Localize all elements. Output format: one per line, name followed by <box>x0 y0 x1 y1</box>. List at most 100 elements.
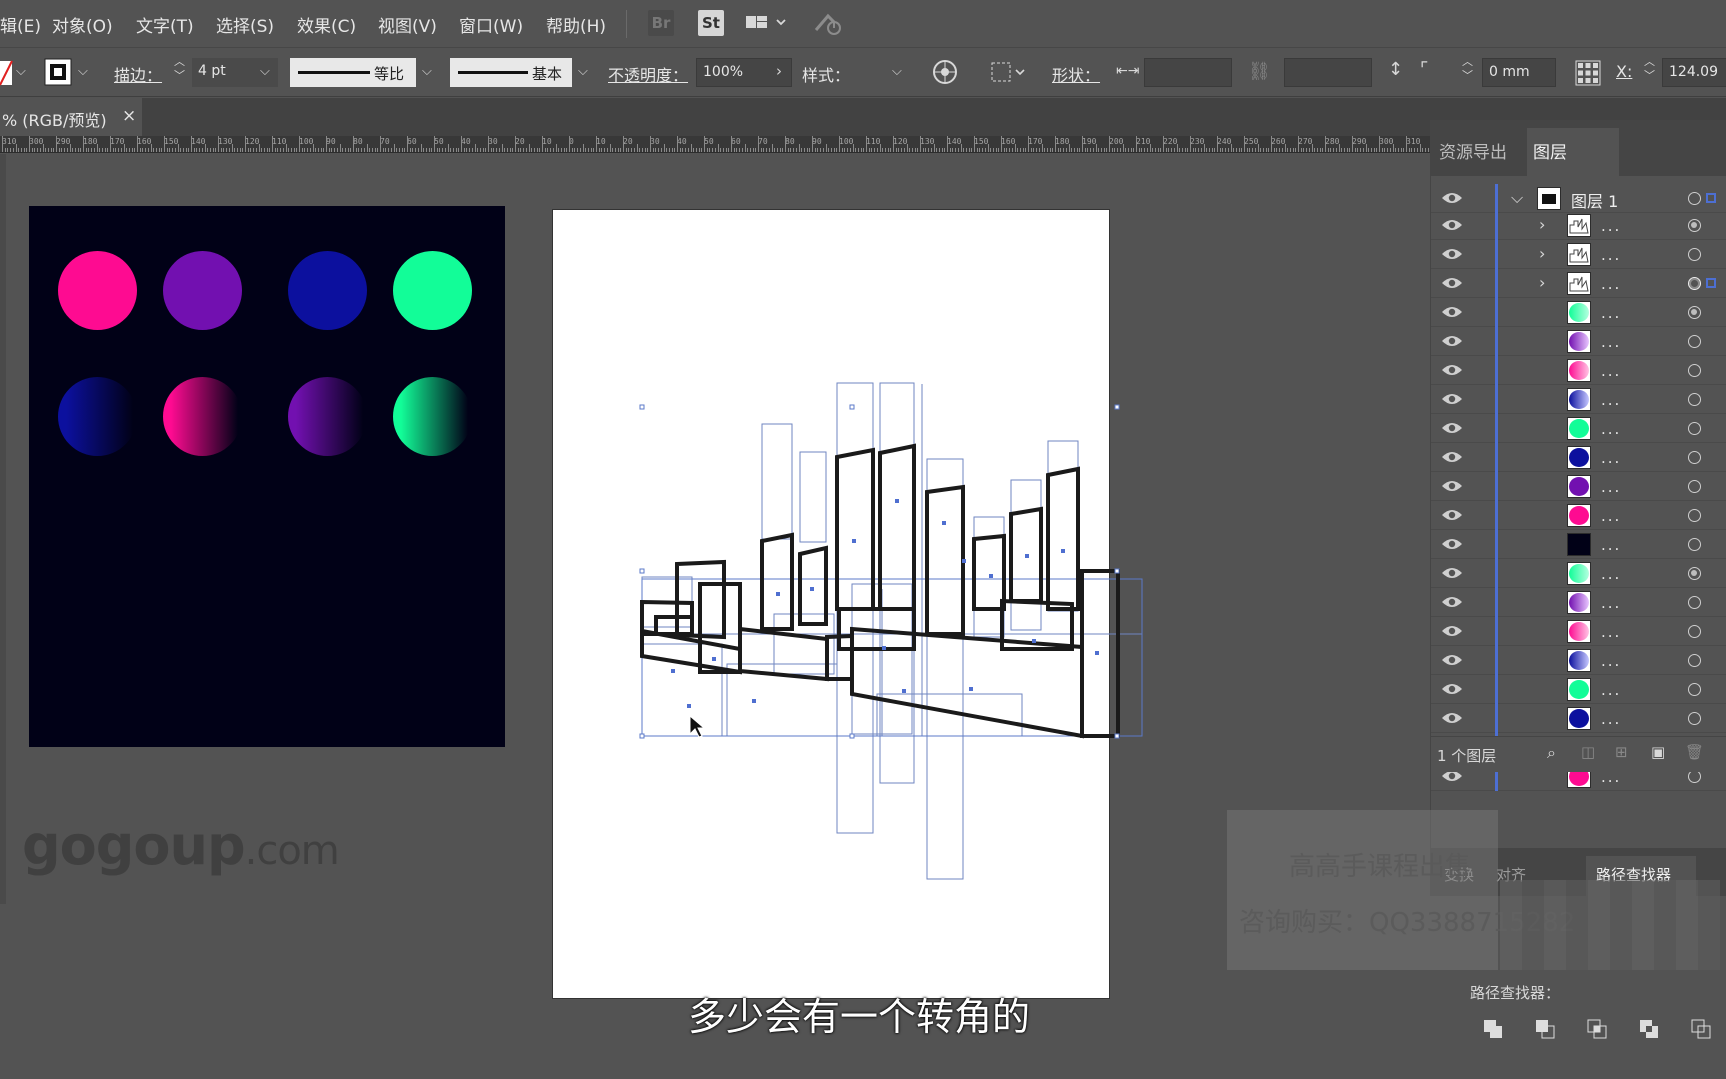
visibility-eye-icon[interactable] <box>1441 652 1463 668</box>
target-circle-icon[interactable] <box>1688 509 1701 522</box>
shape-label[interactable]: 形状： <box>1052 62 1100 86</box>
exclude-icon[interactable] <box>1638 1018 1660 1040</box>
align-selection-icon[interactable] <box>988 59 1028 85</box>
expand-chevron-icon[interactable]: › <box>1539 215 1545 234</box>
canvas-area[interactable]: gogoup.com <box>0 154 1430 1079</box>
transform-reference-icon[interactable] <box>1574 59 1602 87</box>
sublayer-name[interactable]: ... <box>1601 536 1621 554</box>
layer-row[interactable]: ... <box>1431 704 1726 733</box>
sublayer-name[interactable]: ... <box>1601 565 1621 583</box>
target-circle-icon[interactable] <box>1688 335 1701 348</box>
target-circle-icon[interactable] <box>1688 248 1701 261</box>
layer-row[interactable]: ... <box>1431 356 1726 385</box>
visibility-eye-icon[interactable] <box>1441 362 1463 378</box>
visibility-eye-icon[interactable] <box>1441 217 1463 233</box>
stroke-weight-dropdown-icon[interactable]: ⌵ <box>260 64 270 79</box>
corner-stepper-icon[interactable]: ︿ ﹀ <box>1462 55 1473 83</box>
pink-gradient-circle[interactable] <box>163 377 242 456</box>
menu-effect[interactable]: 效果(C) <box>297 12 356 37</box>
stroke-dropdown-icon[interactable]: ⌵ <box>78 64 88 79</box>
style-dropdown-icon[interactable]: ⌵ <box>892 64 902 79</box>
visibility-eye-icon[interactable] <box>1441 420 1463 436</box>
sublayer-name[interactable]: ... <box>1601 362 1621 380</box>
layer-row[interactable]: ... <box>1431 530 1726 559</box>
brush-dropdown-icon[interactable]: ⌵ <box>578 64 588 79</box>
stroke-label[interactable]: 描边： <box>114 62 162 86</box>
target-circle-icon[interactable] <box>1688 306 1701 319</box>
layer-row[interactable]: ›... <box>1431 211 1726 240</box>
sublayer-name[interactable]: ... <box>1601 710 1621 728</box>
x-stepper-icon[interactable]: ︿ ﹀ <box>1644 55 1655 83</box>
profile-dropdown-icon[interactable]: ⌵ <box>422 64 432 79</box>
visibility-eye-icon[interactable] <box>1441 594 1463 610</box>
layer-row[interactable]: ... <box>1431 298 1726 327</box>
green-circle[interactable] <box>393 251 472 330</box>
visibility-eye-icon[interactable] <box>1441 623 1463 639</box>
target-circle-icon[interactable] <box>1688 654 1701 667</box>
workspace-switcher-icon[interactable] <box>744 12 788 34</box>
target-circle-icon[interactable] <box>1688 422 1701 435</box>
layer-target-icon[interactable] <box>1688 192 1701 205</box>
sublayer-name[interactable]: ... <box>1601 449 1621 467</box>
target-circle-icon[interactable] <box>1688 451 1701 464</box>
target-circle-icon[interactable] <box>1688 219 1701 232</box>
menu-window[interactable]: 窗口(W) <box>459 12 523 37</box>
stroke-stepper-icon[interactable]: ︿ ﹀ <box>174 55 185 83</box>
purple-circle[interactable] <box>163 251 242 330</box>
layer-row[interactable]: ... <box>1431 327 1726 356</box>
minus-front-icon[interactable] <box>1534 1018 1556 1040</box>
sublayer-name[interactable]: ... <box>1601 420 1621 438</box>
visibility-eye-icon[interactable] <box>1441 449 1463 465</box>
tab-asset-export[interactable]: 资源导出 <box>1439 138 1507 163</box>
green-gradient-circle[interactable] <box>393 377 472 456</box>
document-tab[interactable]: % (RGB/预览) × <box>0 98 142 136</box>
visibility-eye-icon[interactable] <box>1441 190 1463 206</box>
close-tab-icon[interactable]: × <box>122 106 136 126</box>
target-circle-icon[interactable] <box>1688 596 1701 609</box>
x-label[interactable]: X: <box>1616 62 1632 81</box>
stroke-swatch[interactable] <box>44 58 72 86</box>
purple-gradient-circle[interactable] <box>288 377 367 456</box>
fill-dropdown-icon[interactable]: ⌵ <box>16 64 26 79</box>
new-sublayer-icon[interactable]: ⊞ <box>1615 743 1628 761</box>
divide-icon[interactable] <box>1690 1018 1712 1040</box>
make-clipping-mask-icon[interactable]: ◫ <box>1581 743 1595 761</box>
visibility-eye-icon[interactable] <box>1441 507 1463 523</box>
gpu-performance-icon[interactable] <box>812 10 846 38</box>
palette-artboard[interactable] <box>29 206 505 747</box>
target-circle-icon[interactable] <box>1688 712 1701 725</box>
corner-radius-field[interactable]: 0 mm <box>1482 58 1556 87</box>
fill-swatch[interactable] <box>0 59 14 87</box>
visibility-eye-icon[interactable] <box>1441 304 1463 320</box>
sublayer-name[interactable]: ... <box>1601 333 1621 351</box>
target-circle-icon[interactable] <box>1688 625 1701 638</box>
sublayer-name[interactable]: ... <box>1601 304 1621 322</box>
city-skyline-artwork[interactable] <box>552 209 1172 999</box>
shape-height-field[interactable] <box>1284 58 1372 87</box>
visibility-eye-icon[interactable] <box>1441 275 1463 291</box>
layer-row[interactable]: ... <box>1431 588 1726 617</box>
visibility-eye-icon[interactable] <box>1441 710 1463 726</box>
sublayer-name[interactable]: ... <box>1601 217 1621 235</box>
layer-row[interactable]: ... <box>1431 385 1726 414</box>
opacity-arrow-icon[interactable]: › <box>776 62 782 80</box>
layer-row[interactable]: ... <box>1431 443 1726 472</box>
sublayer-name[interactable]: ... <box>1601 623 1621 641</box>
sublayer-name[interactable]: ... <box>1601 507 1621 525</box>
delete-layer-icon[interactable]: 🗑 <box>1685 743 1704 761</box>
layer-row[interactable]: ... <box>1431 646 1726 675</box>
sublayer-name[interactable]: ... <box>1601 246 1621 264</box>
expand-chevron-icon[interactable]: › <box>1539 244 1545 263</box>
bridge-icon[interactable]: Br <box>648 10 674 36</box>
menu-view[interactable]: 视图(V) <box>378 12 437 37</box>
target-circle-icon[interactable] <box>1688 683 1701 696</box>
intersect-icon[interactable] <box>1586 1018 1608 1040</box>
sublayer-name[interactable]: ... <box>1601 652 1621 670</box>
target-circle-icon[interactable] <box>1688 480 1701 493</box>
target-circle-icon[interactable] <box>1688 393 1701 406</box>
new-layer-icon[interactable]: ▣ <box>1651 743 1665 761</box>
variable-width-profile[interactable]: 等比 <box>290 58 416 87</box>
constrain-link-icon[interactable]: ⛓ <box>1248 61 1271 82</box>
sublayer-name[interactable]: ... <box>1601 275 1621 293</box>
collapse-chevron-icon[interactable]: ⌵ <box>1511 188 1523 208</box>
